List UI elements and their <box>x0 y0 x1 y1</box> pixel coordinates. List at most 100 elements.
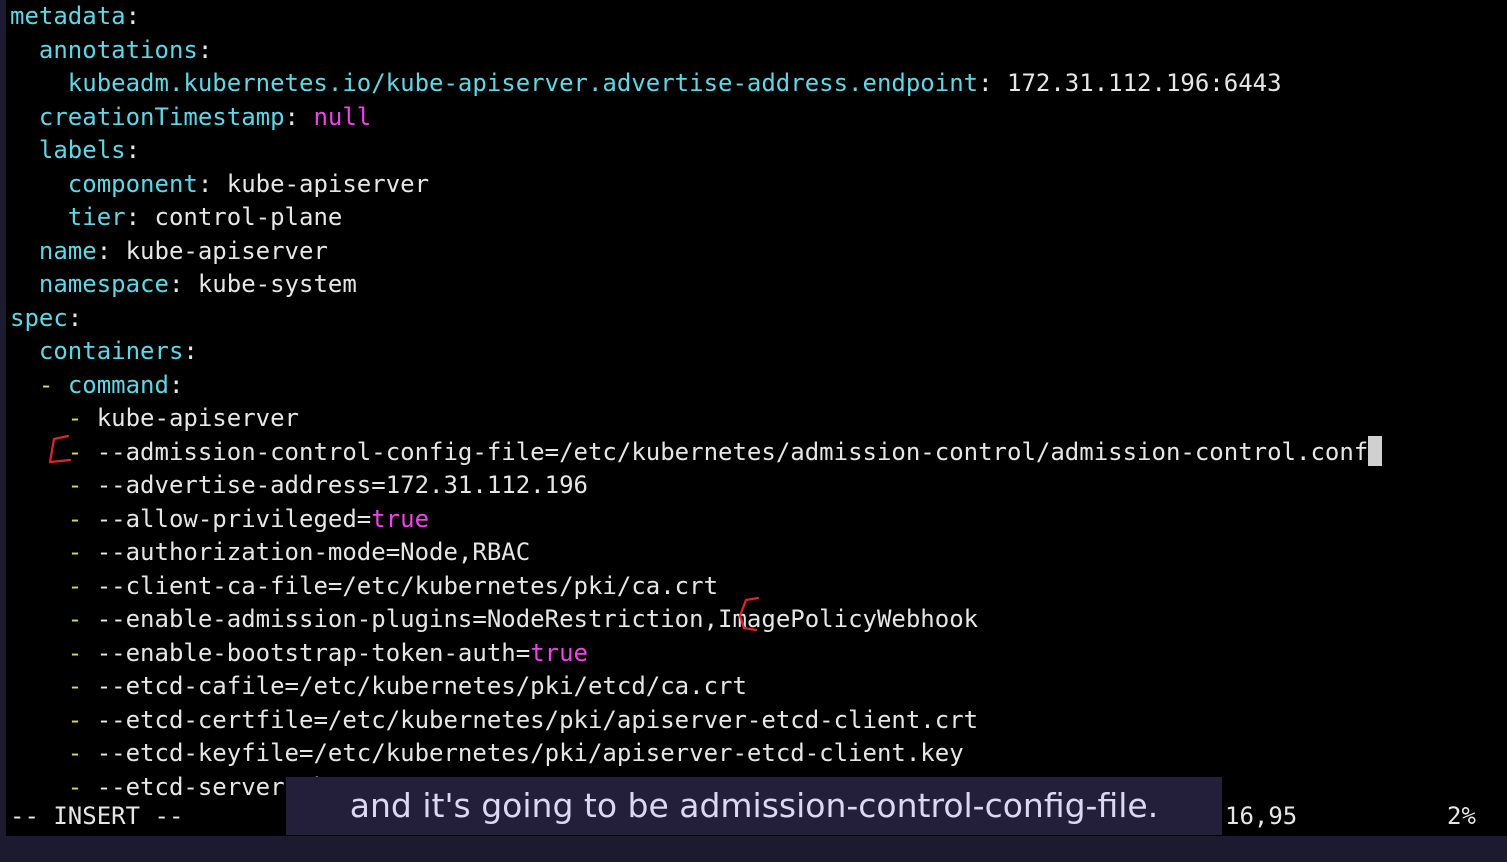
editor-line[interactable]: labels: <box>10 134 1382 168</box>
editor-line[interactable]: - --etcd-cafile=/etc/kubernetes/pki/etcd… <box>10 670 1382 704</box>
yaml-value: --etcd-certfile=/etc/kubernetes/pki/apis… <box>96 705 979 734</box>
list-dash: - <box>67 605 97 633</box>
editor-line[interactable]: kubeadm.kubernetes.io/kube-apiserver.adv… <box>10 67 1382 101</box>
text-cursor <box>1368 435 1383 466</box>
editor-line[interactable]: annotations: <box>10 34 1382 68</box>
yaml-colon: : <box>125 203 141 231</box>
yaml-colon: : <box>284 102 299 131</box>
yaml-colon: : <box>168 270 184 298</box>
editor-line[interactable]: - --etcd-keyfile=/etc/kubernetes/pki/api… <box>10 737 1382 771</box>
yaml-colon: : <box>125 136 141 164</box>
yaml-key: annotations <box>38 35 198 64</box>
editor-line[interactable]: creationTimestamp: null <box>10 101 1382 135</box>
yaml-colon: : <box>197 35 213 64</box>
list-dash: - <box>67 571 97 600</box>
yaml-colon: : <box>168 370 184 399</box>
yaml-bool-value: true <box>371 504 430 533</box>
list-dash: - <box>67 504 97 533</box>
yaml-value: --enable-admission-plugins=NodeRestricti… <box>96 605 979 633</box>
yaml-key: creationTimestamp <box>38 102 285 131</box>
mode-indicator: -- INSERT -- <box>10 802 184 830</box>
editor-buffer[interactable]: metadata: annotations: kubeadm.kubernete… <box>10 0 1383 804</box>
yaml-value: null <box>299 102 372 131</box>
editor-line[interactable]: - --etcd-certfile=/etc/kubernetes/pki/ap… <box>10 704 1382 738</box>
yaml-value: --enable-bootstrap-token-auth= <box>96 638 531 667</box>
yaml-colon: : <box>67 303 83 332</box>
editor-line[interactable]: - command: <box>10 369 1382 403</box>
yaml-value: --allow-privileged= <box>96 504 372 533</box>
scroll-percent: 2% <box>1447 802 1476 830</box>
yaml-colon: : <box>183 337 198 365</box>
yaml-value: kube-apiserver <box>212 169 430 198</box>
editor-line[interactable]: - --admission-control-config-file=/etc/k… <box>10 435 1383 470</box>
cursor-position: 16,95 <box>1225 802 1298 830</box>
terminal-window[interactable]: metadata: annotations: kubeadm.kubernete… <box>6 0 1507 836</box>
yaml-key: component <box>67 169 198 198</box>
yaml-value: kube-apiserver <box>111 236 328 265</box>
yaml-value: 172.31.112.196:6443 <box>992 69 1282 97</box>
yaml-value: --advertise-address=172.31.112.196 <box>96 471 588 499</box>
editor-line[interactable]: - --enable-admission-plugins=NodeRestric… <box>10 603 1382 637</box>
editor-line[interactable]: - --enable-bootstrap-token-auth=true <box>10 637 1382 671</box>
yaml-value: --etcd-cafile=/etc/kubernetes/pki/etcd/c… <box>96 672 747 700</box>
yaml-colon: : <box>125 2 141 30</box>
editor-line[interactable]: - --authorization-mode=Node,RBAC <box>10 536 1382 570</box>
list-dash: - <box>67 739 97 767</box>
editor-line[interactable]: - --advertise-address=172.31.112.196 <box>10 469 1382 503</box>
yaml-value: kube-apiserver <box>96 404 299 432</box>
yaml-colon: : <box>96 236 112 265</box>
editor-line[interactable]: tier: control-plane <box>10 201 1382 235</box>
list-dash: - <box>67 471 97 499</box>
list-dash: - <box>67 705 97 734</box>
yaml-colon: : <box>197 169 213 198</box>
yaml-key: command <box>67 370 169 399</box>
yaml-key: labels <box>38 136 126 164</box>
list-dash: - <box>67 404 97 432</box>
yaml-key: tier <box>67 203 126 231</box>
editor-line[interactable]: metadata: <box>10 0 1382 34</box>
yaml-value: kube-system <box>183 270 357 298</box>
editor-line[interactable]: - kube-apiserver <box>10 402 1382 436</box>
yaml-key: name <box>38 236 97 265</box>
editor-line[interactable]: name: kube-apiserver <box>10 235 1382 269</box>
editor-line[interactable]: spec: <box>10 302 1382 336</box>
yaml-value: control-plane <box>140 203 343 231</box>
editor-line[interactable]: component: kube-apiserver <box>10 168 1382 202</box>
list-dash: - <box>67 672 97 700</box>
list-dash: - <box>67 538 97 566</box>
yaml-value: --admission-control-config-file=/etc/kub… <box>96 437 1369 466</box>
yaml-key: metadata <box>10 2 126 30</box>
list-dash: - <box>67 772 97 801</box>
editor-line[interactable]: - --client-ca-file=/etc/kubernetes/pki/c… <box>10 570 1382 604</box>
list-dash: - <box>67 437 97 466</box>
yaml-key: containers <box>38 337 184 365</box>
yaml-key: spec <box>10 303 68 332</box>
editor-line[interactable]: containers: <box>10 335 1382 369</box>
list-dash: - <box>38 370 68 399</box>
video-subtitle: and it's going to be admission-control-c… <box>286 777 1222 835</box>
yaml-value: --authorization-mode=Node,RBAC <box>96 538 531 566</box>
yaml-colon: : <box>978 69 993 97</box>
yaml-value: --etcd-keyfile=/etc/kubernetes/pki/apise… <box>96 739 964 767</box>
editor-line[interactable]: - --allow-privileged=true <box>10 503 1382 537</box>
editor-line[interactable]: namespace: kube-system <box>10 268 1382 302</box>
